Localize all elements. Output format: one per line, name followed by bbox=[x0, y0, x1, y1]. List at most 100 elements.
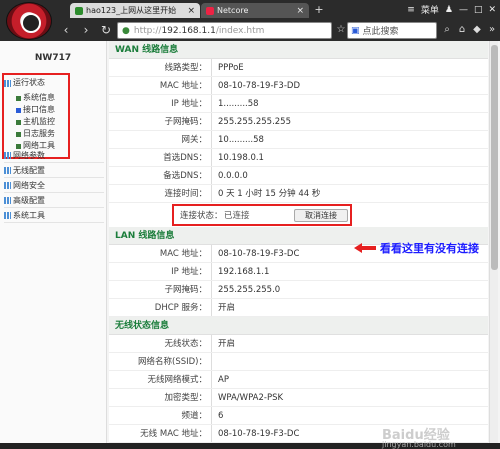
device-model: NW717 bbox=[34, 53, 72, 63]
search-icon[interactable]: ⌕ bbox=[440, 23, 454, 37]
page-scrollbar[interactable] bbox=[489, 41, 498, 443]
tab-netcore[interactable]: Netcore × bbox=[201, 3, 309, 18]
info-value: 0.0.0.0 bbox=[218, 171, 248, 181]
info-label: 频道： bbox=[181, 411, 207, 421]
tab-hao123[interactable]: hao123_上网从这里开始 × bbox=[70, 3, 200, 18]
info-row: IP 地址： 1.........58 bbox=[109, 95, 488, 113]
scrollbar-thumb[interactable] bbox=[491, 45, 498, 270]
refresh-button[interactable]: ↻ bbox=[98, 22, 114, 38]
forward-button[interactable]: › bbox=[78, 22, 94, 38]
more-icon[interactable]: » bbox=[485, 23, 499, 37]
sidebar-item-label: 运行状态 bbox=[13, 78, 45, 87]
sidebar-item-advanced-config[interactable]: 高级配置 bbox=[4, 194, 104, 208]
search-placeholder: 点此搜索 bbox=[362, 27, 399, 37]
wan-section-title: WAN 线路信息 bbox=[109, 41, 488, 59]
info-label: 加密类型： bbox=[164, 393, 207, 403]
sidebar-item-status[interactable]: 运行状态 bbox=[4, 76, 45, 90]
netcore-favicon-icon bbox=[206, 6, 214, 15]
menu-grid-icon bbox=[4, 197, 11, 204]
skin-icon[interactable]: ♟ bbox=[445, 5, 453, 15]
sidebar: NW717 运行状态 系统信息 接口信息 主机监控 日志服务 网络工具 网络参数… bbox=[0, 41, 107, 443]
menu-grid-icon bbox=[4, 167, 11, 174]
globe-icon: ● bbox=[122, 25, 130, 36]
info-value: 08-10-78-19-F3-DD bbox=[218, 81, 300, 91]
info-label: 备选DNS： bbox=[163, 171, 207, 181]
info-row: IP 地址： 192.168.1.1 bbox=[109, 263, 488, 281]
info-label: DHCP 服务： bbox=[154, 303, 207, 313]
info-value: WPA/WPA2-PSK bbox=[218, 393, 284, 403]
close-icon[interactable]: × bbox=[187, 6, 195, 16]
info-row: DHCP 服务： 开启 bbox=[109, 299, 488, 317]
sidebar-item-label: 系统工具 bbox=[13, 210, 45, 220]
browser-logo-icon[interactable] bbox=[6, 2, 52, 40]
info-value: 开启 bbox=[218, 303, 236, 313]
sidebar-item-label: 网络安全 bbox=[13, 180, 45, 190]
info-value: 1.........58 bbox=[218, 99, 259, 109]
close-icon[interactable]: × bbox=[296, 6, 304, 16]
info-label: 无线网络模式： bbox=[147, 375, 207, 385]
info-label: 线路类型： bbox=[164, 63, 207, 73]
info-label: 网关： bbox=[181, 135, 207, 145]
tab-label: hao123_上网从这里开始 bbox=[86, 6, 177, 15]
info-row: 无线状态： 开启 bbox=[109, 335, 488, 353]
info-value: PPPoE bbox=[218, 63, 244, 73]
search-input[interactable]: ▣ 点此搜索 bbox=[347, 22, 437, 39]
info-label: 无线 MAC 地址： bbox=[140, 429, 207, 439]
info-row: 频道： 6 bbox=[109, 407, 488, 425]
watermark-subtext: jingyan.baidu.com bbox=[382, 440, 456, 449]
menu-label[interactable]: 菜单 bbox=[421, 3, 439, 16]
menu-grid-icon bbox=[4, 79, 11, 87]
tab-label: Netcore bbox=[217, 6, 249, 15]
new-tab-button[interactable]: + bbox=[312, 4, 326, 16]
connection-status-row: 连接状态： 已连接 取消连接 bbox=[109, 203, 488, 227]
info-row: 网络名称(SSID)： bbox=[109, 353, 488, 371]
highlight-box-connection: 连接状态： 已连接 取消连接 bbox=[172, 204, 352, 226]
url-path: /index.htm bbox=[215, 25, 265, 36]
connection-status-label: 连接状态： bbox=[180, 211, 223, 221]
bullet-icon bbox=[16, 107, 21, 113]
wireless-section-title: 无线状态信息 bbox=[109, 317, 488, 335]
info-label: 子网掩码： bbox=[164, 285, 207, 295]
info-row: 线路类型： PPPoE bbox=[109, 59, 488, 77]
info-value: 开启 bbox=[218, 339, 236, 349]
info-label: IP 地址： bbox=[171, 267, 207, 277]
info-label: 网络名称(SSID)： bbox=[138, 357, 207, 367]
info-value: 08-10-78-19-F3-DC bbox=[218, 429, 300, 439]
menu-grid-icon bbox=[4, 212, 11, 219]
info-row: 首选DNS： 10.198.0.1 bbox=[109, 149, 488, 167]
menu-icon[interactable]: ≡ bbox=[407, 5, 415, 15]
home-icon[interactable]: ⌂ bbox=[455, 23, 469, 37]
info-row: 子网掩码： 255.255.255.255 bbox=[109, 113, 488, 131]
browser-chrome: hao123_上网从这里开始 × Netcore × + ≡ 菜单 ♟ — □ … bbox=[0, 0, 500, 41]
close-window-icon[interactable]: ✕ bbox=[488, 5, 496, 15]
sidebar-item-network-security[interactable]: 网络安全 bbox=[4, 179, 104, 193]
info-label: 无线状态： bbox=[164, 339, 207, 349]
menu-grid-icon bbox=[4, 152, 11, 159]
info-row: 备选DNS： 0.0.0.0 bbox=[109, 167, 488, 185]
sidebar-item-system-tools[interactable]: 系统工具 bbox=[4, 209, 104, 223]
info-value: 10.198.0.1 bbox=[218, 153, 264, 163]
url-protocol: http:// bbox=[133, 25, 162, 36]
info-value: 10.........58 bbox=[218, 135, 264, 145]
disconnect-button[interactable]: 取消连接 bbox=[294, 208, 348, 222]
sidebar-item-label: 高级配置 bbox=[13, 195, 45, 205]
wan-info-table: 线路类型： PPPoE MAC 地址： 08-10-78-19-F3-DD IP 地址：… bbox=[109, 59, 488, 203]
maximize-icon[interactable]: □ bbox=[474, 5, 483, 15]
router-page: NW717 运行状态 系统信息 接口信息 主机监控 日志服务 网络工具 网络参数… bbox=[0, 41, 500, 449]
info-value: 255.255.255.0 bbox=[218, 285, 281, 295]
sidebar-item-network-params[interactable]: 网络参数 bbox=[4, 149, 104, 163]
shield-icon[interactable]: ◆ bbox=[470, 23, 484, 37]
search-engine-icon[interactable]: ▣ bbox=[351, 26, 360, 36]
url-host: 192.168.1.1 bbox=[161, 25, 216, 36]
star-icon[interactable]: ☆ bbox=[334, 23, 348, 37]
sidebar-item-wireless-config[interactable]: 无线配置 bbox=[4, 164, 104, 178]
info-value: AP bbox=[218, 375, 229, 385]
info-row: 网关： 10.........58 bbox=[109, 131, 488, 149]
sidebar-item-label: 无线配置 bbox=[13, 165, 45, 175]
bullet-icon bbox=[16, 119, 21, 125]
info-row: 无线网络模式： AP bbox=[109, 371, 488, 389]
baidu-watermark: Baidu经验 jingyan.baidu.com bbox=[382, 424, 456, 449]
back-button[interactable]: ‹ bbox=[58, 22, 74, 38]
address-bar[interactable]: ● http://192.168.1.1/index.htm bbox=[117, 22, 332, 39]
minimize-icon[interactable]: — bbox=[459, 5, 468, 15]
